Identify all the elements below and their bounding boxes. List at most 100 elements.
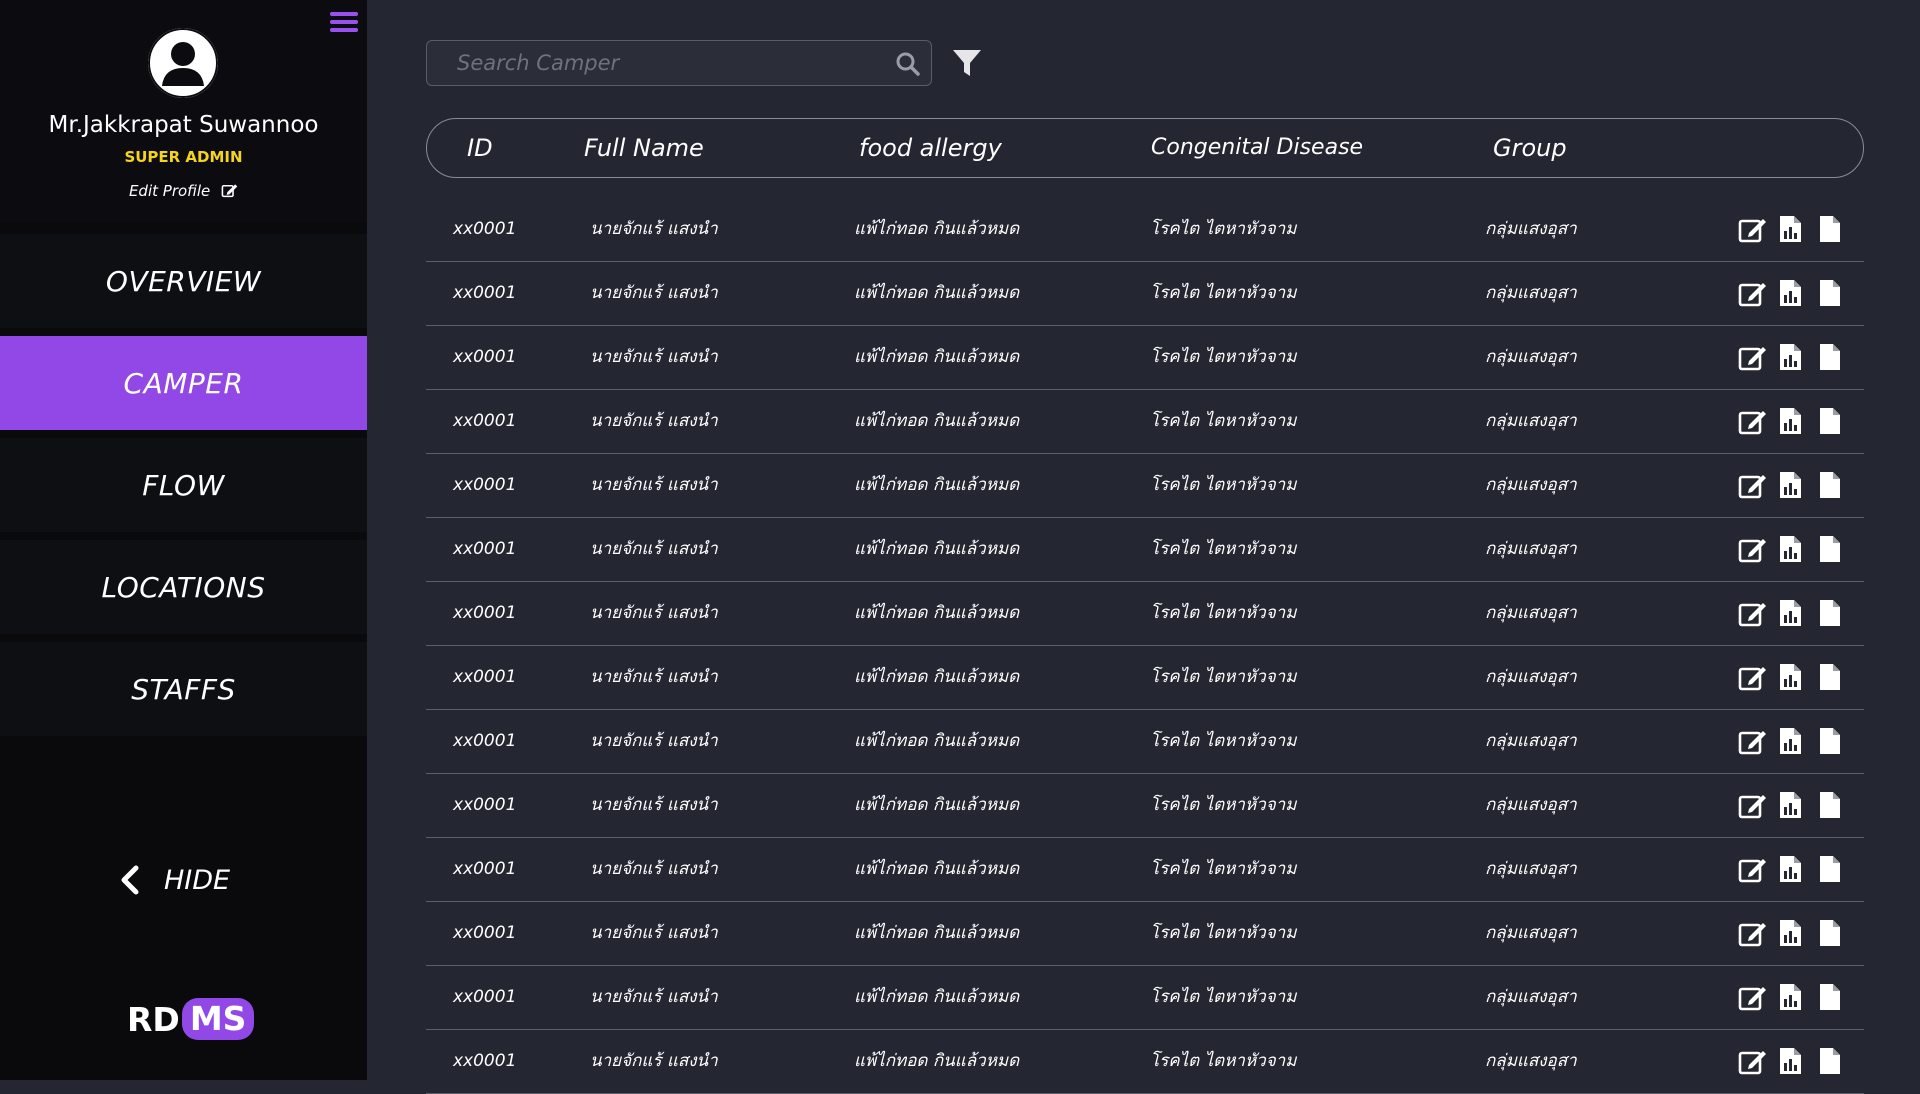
table-row[interactable]: xx0001 นายจักแร้ แสงนำ แพ้ไก่ทอด กินแล้วหม… [426, 774, 1864, 838]
file-icon[interactable] [1814, 1046, 1844, 1076]
document-chart-icon[interactable] [1776, 470, 1806, 500]
table-row[interactable]: xx0001 นายจักแร้ แสงนำ แพ้ไก่ทอด กินแล้วหม… [426, 1030, 1864, 1094]
file-icon[interactable] [1814, 598, 1844, 628]
edit-icon[interactable] [1738, 1046, 1768, 1076]
table-row[interactable]: xx0001 นายจักแร้ แสงนำ แพ้ไก่ทอด กินแล้วหม… [426, 582, 1864, 646]
cell-group: กลุ่มแสงอุสา [1485, 603, 1577, 623]
nav-flow[interactable]: FLOW [0, 438, 367, 532]
edit-icon[interactable] [1738, 790, 1768, 820]
table-row[interactable]: xx0001 นายจักแร้ แสงนำ แพ้ไก่ทอด กินแล้วหม… [426, 518, 1864, 582]
file-icon[interactable] [1814, 406, 1844, 436]
cell-congenital-disease: โรคไต ไตหาหัวจาม [1150, 283, 1297, 303]
edit-icon[interactable] [1738, 470, 1768, 500]
file-icon[interactable] [1814, 726, 1844, 756]
table-row[interactable]: xx0001 นายจักแร้ แสงนำ แพ้ไก่ทอด กินแล้วหม… [426, 262, 1864, 326]
edit-icon[interactable] [1738, 918, 1768, 948]
table-row[interactable]: xx0001 นายจักแร้ แสงนำ แพ้ไก่ทอด กินแล้วหม… [426, 646, 1864, 710]
column-header-full-name[interactable]: Full Name [584, 119, 704, 177]
edit-icon[interactable] [1738, 982, 1768, 1012]
document-chart-icon[interactable] [1776, 1046, 1806, 1076]
file-icon[interactable] [1814, 790, 1844, 820]
document-chart-icon[interactable] [1776, 214, 1806, 244]
filter-icon[interactable] [952, 48, 982, 82]
nav-locations[interactable]: LOCATIONS [0, 540, 367, 634]
document-chart-icon[interactable] [1776, 854, 1806, 884]
document-chart-icon[interactable] [1776, 598, 1806, 628]
table-row[interactable]: xx0001 นายจักแร้ แสงนำ แพ้ไก่ทอด กินแล้วหม… [426, 390, 1864, 454]
table-row[interactable]: xx0001 นายจักแร้ แสงนำ แพ้ไก่ทอด กินแล้วหม… [426, 966, 1864, 1030]
file-icon[interactable] [1814, 982, 1844, 1012]
edit-icon [221, 182, 238, 202]
document-chart-icon[interactable] [1776, 790, 1806, 820]
user-name: Mr.Jakkrapat Suwannoo [48, 112, 319, 138]
cell-id: xx0001 [453, 795, 517, 815]
cell-full-name: นายจักแร้ แสงนำ [590, 475, 718, 495]
column-header-congenital-disease[interactable]: Congenital Disease [1151, 119, 1363, 177]
edit-icon[interactable] [1738, 598, 1768, 628]
cell-full-name: นายจักแร้ แสงนำ [590, 347, 718, 367]
column-header-group[interactable]: Group [1493, 119, 1567, 177]
document-chart-icon[interactable] [1776, 342, 1806, 372]
cell-congenital-disease: โรคไต ไตหาหัวจาม [1150, 539, 1297, 559]
hide-label: HIDE [164, 864, 231, 896]
row-actions [1738, 278, 1852, 308]
cell-full-name: นายจักแร้ แสงนำ [590, 795, 718, 815]
cell-congenital-disease: โรคไต ไตหาหัวจาม [1150, 219, 1297, 239]
document-chart-icon[interactable] [1776, 982, 1806, 1012]
cell-congenital-disease: โรคไต ไตหาหัวจาม [1150, 859, 1297, 879]
file-icon[interactable] [1814, 214, 1844, 244]
file-icon[interactable] [1814, 918, 1844, 948]
edit-icon[interactable] [1738, 854, 1768, 884]
hide-sidebar-button[interactable]: HIDE [118, 858, 230, 902]
edit-icon[interactable] [1738, 406, 1768, 436]
user-avatar-icon [148, 28, 218, 98]
search-icon[interactable] [895, 51, 921, 81]
cell-congenital-disease: โรคไต ไตหาหัวจาม [1150, 603, 1297, 623]
file-icon[interactable] [1814, 342, 1844, 372]
hamburger-menu-icon[interactable] [330, 12, 358, 34]
edit-icon[interactable] [1738, 278, 1768, 308]
edit-icon[interactable] [1738, 342, 1768, 372]
nav-camper[interactable]: CAMPER [0, 336, 367, 430]
cell-group: กลุ่มแสงอุสา [1485, 667, 1577, 687]
table-row[interactable]: xx0001 นายจักแร้ แสงนำ แพ้ไก่ทอด กินแล้วหม… [426, 710, 1864, 774]
table-row[interactable]: xx0001 นายจักแร้ แสงนำ แพ้ไก่ทอด กินแล้วหม… [426, 326, 1864, 390]
edit-icon[interactable] [1738, 534, 1768, 564]
file-icon[interactable] [1814, 278, 1844, 308]
cell-food-allergy: แพ้ไก่ทอด กินแล้วหมด [854, 411, 1020, 431]
edit-icon[interactable] [1738, 214, 1768, 244]
cell-full-name: นายจักแร้ แสงนำ [590, 539, 718, 559]
row-actions [1738, 918, 1852, 948]
table-row[interactable]: xx0001 นายจักแร้ แสงนำ แพ้ไก่ทอด กินแล้วหม… [426, 454, 1864, 518]
nav-staffs[interactable]: STAFFS [0, 642, 367, 736]
column-header-id[interactable]: ID [467, 119, 493, 177]
cell-congenital-disease: โรคไต ไตหาหัวจาม [1150, 731, 1297, 751]
document-chart-icon[interactable] [1776, 918, 1806, 948]
edit-icon[interactable] [1738, 726, 1768, 756]
document-chart-icon[interactable] [1776, 534, 1806, 564]
document-chart-icon[interactable] [1776, 278, 1806, 308]
row-actions [1738, 342, 1852, 372]
cell-id: xx0001 [453, 923, 517, 943]
table-row[interactable]: xx0001 นายจักแร้ แสงนำ แพ้ไก่ทอด กินแล้วหม… [426, 902, 1864, 966]
document-chart-icon[interactable] [1776, 726, 1806, 756]
edit-icon[interactable] [1738, 662, 1768, 692]
cell-food-allergy: แพ้ไก่ทอด กินแล้วหมด [854, 603, 1020, 623]
nav-overview[interactable]: OVERVIEW [0, 234, 367, 328]
cell-id: xx0001 [453, 667, 517, 687]
table-row[interactable]: xx0001 นายจักแร้ แสงนำ แพ้ไก่ทอด กินแล้วหม… [426, 198, 1864, 262]
edit-profile-label: Edit Profile [128, 182, 211, 200]
cell-group: กลุ่มแสงอุสา [1485, 411, 1577, 431]
cell-id: xx0001 [453, 539, 517, 559]
file-icon[interactable] [1814, 854, 1844, 884]
document-chart-icon[interactable] [1776, 406, 1806, 436]
file-icon[interactable] [1814, 534, 1844, 564]
cell-full-name: นายจักแร้ แสงนำ [590, 987, 718, 1007]
file-icon[interactable] [1814, 470, 1844, 500]
edit-profile-link[interactable]: Edit Profile [0, 182, 367, 202]
column-header-food-allergy[interactable]: food allergy [859, 119, 1002, 177]
search-input[interactable] [427, 41, 867, 85]
table-row[interactable]: xx0001 นายจักแร้ แสงนำ แพ้ไก่ทอด กินแล้วหม… [426, 838, 1864, 902]
document-chart-icon[interactable] [1776, 662, 1806, 692]
file-icon[interactable] [1814, 662, 1844, 692]
